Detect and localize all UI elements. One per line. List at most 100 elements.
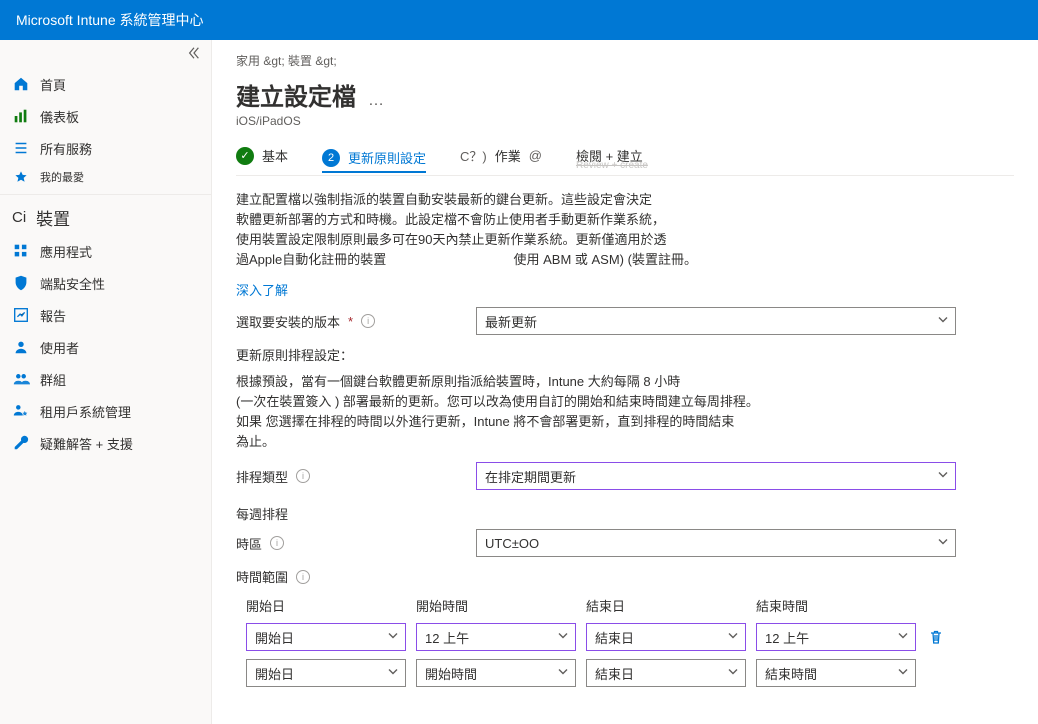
devices-icon: Ci	[12, 209, 26, 226]
sidebar-item-home[interactable]: 首頁	[0, 68, 211, 100]
sidebar-item-favorites[interactable]: 我的最愛	[0, 164, 211, 190]
sidebar-item-label: 報告	[40, 306, 66, 325]
tenant-admin-icon	[12, 402, 30, 420]
sidebar-item-all-services[interactable]: 所有服務	[0, 132, 211, 164]
info-icon[interactable]: i	[361, 314, 375, 328]
step-suffix: @	[529, 148, 542, 163]
chevron-down-icon	[727, 630, 739, 645]
delete-row-button[interactable]	[926, 627, 946, 647]
sidebar-item-users[interactable]: 使用者	[0, 331, 211, 363]
schedule-type-label: 排程類型 i	[236, 467, 476, 486]
report-icon	[12, 306, 30, 324]
wrench-icon	[12, 434, 30, 452]
select-value: 開始時間	[425, 664, 477, 683]
home-icon	[12, 75, 30, 93]
select-value: 結束時間	[765, 664, 817, 683]
app-title: Microsoft Intune 系統管理中心	[16, 10, 204, 30]
chevron-down-icon	[937, 536, 949, 551]
chevron-down-icon	[897, 666, 909, 681]
end-time-select[interactable]: 結束時間	[756, 659, 916, 687]
schedule-settings-label: 更新原則排程設定：	[236, 345, 1014, 364]
collapse-sidebar-button[interactable]	[187, 46, 203, 62]
select-value: 在排定期間更新	[485, 467, 576, 486]
sidebar-item-tenant-admin[interactable]: 租用戶系統管理	[0, 395, 211, 427]
page-subtitle: iOS/iPadOS	[236, 114, 1014, 128]
chevron-down-icon	[727, 666, 739, 681]
sidebar: 首頁 儀表板 所有服務 我的最愛 Ci 裝置 應用程式	[0, 40, 212, 724]
schedule-row: 開始日12 上午結束日12 上午	[236, 623, 1014, 651]
step-number-icon: 2	[322, 149, 340, 167]
version-label: 選取要安裝的版本* i	[236, 312, 476, 331]
schedule-row: 開始日開始時間 結束日 結束時間	[236, 659, 1014, 687]
more-actions-button[interactable]: …	[368, 92, 385, 110]
info-icon[interactable]: i	[270, 536, 284, 550]
sidebar-item-label: 端點安全性	[40, 274, 105, 293]
sidebar-item-label: 使用者	[40, 338, 79, 357]
schedule-description: 根據預設，當有一個鍵台軟體更新原則指派給裝置時，Intune 大約每隔 8 小時…	[236, 372, 936, 452]
group-icon	[12, 370, 30, 388]
select-value: 最新更新	[485, 312, 537, 331]
chevron-down-icon	[387, 630, 399, 645]
chevron-double-left-icon	[187, 46, 201, 60]
start-time-select[interactable]: 12 上午	[416, 623, 576, 651]
apps-icon	[12, 242, 30, 260]
col-end-day: 結束日	[586, 596, 746, 615]
sidebar-item-label: 應用程式	[40, 242, 92, 261]
info-icon[interactable]: i	[296, 469, 310, 483]
sidebar-item-groups[interactable]: 群組	[0, 363, 211, 395]
end-day-select[interactable]: 結束日	[586, 659, 746, 687]
breadcrumb[interactable]: 家用 &gt; 裝置 &gt;	[236, 52, 1014, 69]
step-prefix: C？)	[460, 146, 487, 165]
star-icon	[12, 168, 30, 186]
check-icon: ✓	[236, 147, 254, 165]
select-value: 開始日	[255, 628, 294, 647]
sidebar-item-label: 首頁	[40, 75, 66, 94]
description-text: 建立配置檔以強制指派的裝置自動安裝最新的鍵台更新。這些設定會決定 軟體更新部署的…	[236, 190, 936, 270]
step-label: 基本	[262, 146, 288, 165]
chevron-down-icon	[937, 314, 949, 329]
sidebar-item-reports[interactable]: 報告	[0, 299, 211, 331]
user-icon	[12, 338, 30, 356]
col-start-day: 開始日	[246, 596, 406, 615]
learn-more-link[interactable]: 深入了解	[236, 283, 288, 298]
sidebar-item-troubleshoot[interactable]: 疑難解答 + 支援	[0, 427, 211, 459]
sidebar-item-endpoint-security[interactable]: 端點安全性	[0, 267, 211, 299]
chevron-down-icon	[557, 666, 569, 681]
weekly-schedule-label: 每週排程	[236, 504, 1014, 523]
page-title: 建立設定檔	[236, 77, 356, 112]
version-select[interactable]: 最新更新	[476, 307, 956, 335]
start-time-select[interactable]: 開始時間	[416, 659, 576, 687]
end-time-select[interactable]: 12 上午	[756, 623, 916, 651]
sidebar-item-label: 租用戶系統管理	[40, 402, 131, 421]
sidebar-heading-devices[interactable]: Ci 裝置	[0, 199, 211, 235]
timezone-label: 時區 i	[236, 534, 476, 553]
step-basics[interactable]: ✓ 基本	[236, 146, 288, 169]
sidebar-item-label: 所有服務	[40, 139, 92, 158]
step-label-en: Review + create	[576, 160, 648, 171]
step-review-create[interactable]: 檢閱 + 建立 Review + create	[576, 146, 643, 169]
top-bar: Microsoft Intune 系統管理中心	[0, 0, 1038, 40]
sidebar-item-apps[interactable]: 應用程式	[0, 235, 211, 267]
shield-icon	[12, 274, 30, 292]
select-value: UTC±OO	[485, 536, 539, 551]
select-value: 結束日	[595, 664, 634, 683]
info-icon[interactable]: i	[296, 570, 310, 584]
col-start-time: 開始時間	[416, 596, 576, 615]
select-value: 結束日	[595, 628, 634, 647]
step-update-policy[interactable]: 2 更新原則設定	[322, 148, 426, 173]
chevron-down-icon	[937, 469, 949, 484]
end-day-select[interactable]: 結束日	[586, 623, 746, 651]
schedule-type-select[interactable]: 在排定期間更新	[476, 462, 956, 490]
sidebar-item-label: 群組	[40, 370, 66, 389]
step-label: 更新原則設定	[348, 148, 426, 167]
divider	[0, 194, 211, 195]
timezone-select[interactable]: UTC±OO	[476, 529, 956, 557]
chevron-down-icon	[897, 630, 909, 645]
chevron-down-icon	[557, 630, 569, 645]
sidebar-item-label: 疑難解答 + 支援	[40, 434, 133, 453]
start-day-select[interactable]: 開始日	[246, 659, 406, 687]
step-assignments[interactable]: C？) 作業 @	[460, 146, 542, 169]
start-day-select[interactable]: 開始日	[246, 623, 406, 651]
dashboard-icon	[12, 107, 30, 125]
sidebar-item-dashboard[interactable]: 儀表板	[0, 100, 211, 132]
